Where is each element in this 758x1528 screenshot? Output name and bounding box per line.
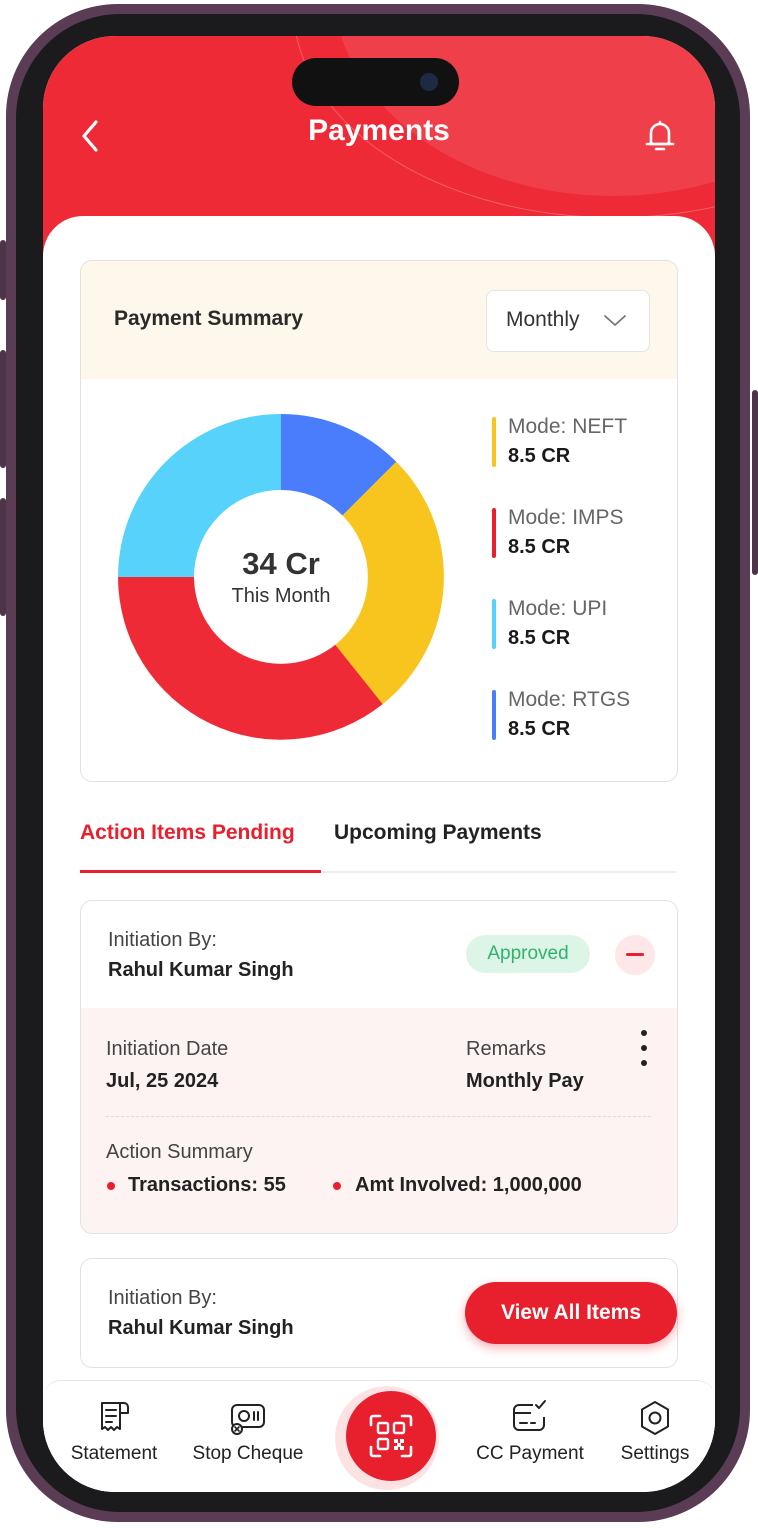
- donut-total-caption: This Month: [231, 585, 331, 607]
- legend-value: 8.5 CR: [508, 627, 571, 649]
- nav-cc-payment-label: CC Payment: [476, 1443, 584, 1464]
- bullet-dot: [107, 1182, 115, 1190]
- legend-value: 8.5 CR: [508, 445, 571, 467]
- initiator-name: Rahul Kumar Singh: [108, 959, 294, 981]
- dynamic-island: [292, 58, 459, 106]
- page-title: Payments: [308, 114, 450, 147]
- settings-hexagon-icon: [641, 1401, 669, 1435]
- kebab-menu-icon[interactable]: [638, 1030, 650, 1066]
- cheque-icon: [231, 1404, 265, 1435]
- main-content: Payment Summary Monthly 34 Cr This Month…: [43, 216, 715, 1492]
- period-dropdown[interactable]: Monthly: [486, 290, 650, 352]
- bell-icon[interactable]: [643, 116, 677, 156]
- action-item-details: Initiation Date Jul, 25 2024 Remarks Mon…: [81, 1008, 677, 1233]
- legend-color-bar: [492, 508, 496, 558]
- dashed-divider: [106, 1116, 651, 1117]
- initiation-label: Initiation By:: [108, 1287, 217, 1309]
- status-badge: Approved: [466, 935, 590, 973]
- legend-label: Mode: NEFT: [508, 415, 628, 438]
- view-all-items-button[interactable]: View All Items: [465, 1282, 677, 1344]
- volume-down-button: [0, 498, 6, 616]
- action-item-card[interactable]: Initiation By: Rahul Kumar Singh Approve…: [80, 900, 678, 1234]
- nav-stop-cheque-label: Stop Cheque: [192, 1443, 304, 1464]
- nav-stop-cheque[interactable]: Stop Cheque: [183, 1381, 313, 1492]
- legend-label: Mode: IMPS: [508, 506, 624, 529]
- period-dropdown-value: Monthly: [506, 308, 580, 331]
- payment-summary-title: Payment Summary: [114, 307, 304, 330]
- tab-upcoming-payments[interactable]: Upcoming Payments: [334, 821, 542, 845]
- receipt-icon: [101, 1402, 129, 1431]
- qr-scan-button[interactable]: [346, 1391, 436, 1481]
- power-button: [752, 390, 758, 575]
- active-tab-indicator: [80, 870, 321, 873]
- legend-color-bar: [492, 417, 496, 467]
- nav-settings[interactable]: Settings: [609, 1381, 701, 1492]
- volume-up-button: [0, 350, 6, 468]
- payment-summary-header: Payment Summary Monthly: [81, 261, 677, 379]
- legend-label: Mode: UPI: [508, 597, 608, 620]
- collapse-button[interactable]: [615, 935, 655, 975]
- tab-action-items-pending[interactable]: Action Items Pending: [80, 821, 295, 845]
- action-summary-label: Action Summary: [106, 1141, 253, 1163]
- qr-scan-icon: [369, 1414, 413, 1458]
- initiator-name: Rahul Kumar Singh: [108, 1317, 294, 1339]
- screen: Payments Payment Summary Monthly 34 Cr T…: [43, 36, 715, 1492]
- legend-label: Mode: RTGS: [508, 688, 631, 711]
- nav-cc-payment[interactable]: CC Payment: [463, 1381, 597, 1492]
- nav-statement-label: Statement: [70, 1443, 158, 1464]
- initiation-label: Initiation By:: [108, 929, 217, 951]
- nav-statement[interactable]: Statement: [61, 1381, 167, 1492]
- initiation-date-label: Initiation Date: [106, 1038, 229, 1060]
- donut-total-value: 34 Cr: [242, 546, 320, 581]
- remarks-label: Remarks: [466, 1038, 547, 1060]
- action-button: [0, 240, 6, 300]
- card-check-icon: [513, 1400, 546, 1431]
- bullet-dot: [333, 1182, 341, 1190]
- remarks-value: Monthly Pay: [466, 1070, 584, 1092]
- nav-settings-label: Settings: [620, 1443, 690, 1464]
- legend-value: 8.5 CR: [508, 718, 571, 740]
- initiation-date-value: Jul, 25 2024: [106, 1070, 219, 1092]
- legend-color-bar: [492, 599, 496, 649]
- legend-color-bar: [492, 690, 496, 740]
- chevron-down-icon: [604, 315, 626, 326]
- transactions-count: Transactions: 55: [128, 1174, 286, 1196]
- legend-value: 8.5 CR: [508, 536, 571, 558]
- camera: [420, 73, 438, 91]
- amount-involved: Amt Involved: 1,000,000: [355, 1174, 582, 1196]
- payment-summary-card: Payment Summary Monthly 34 Cr This Month…: [80, 260, 678, 782]
